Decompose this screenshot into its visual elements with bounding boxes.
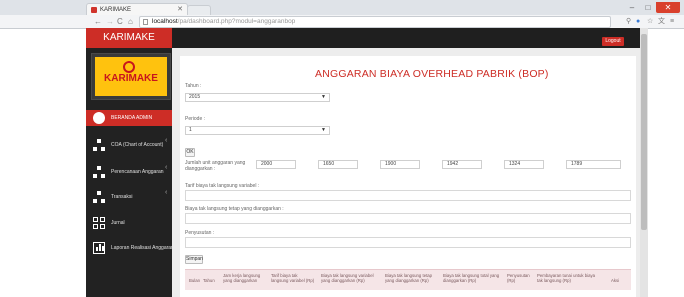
page-icon [143, 19, 148, 25]
menu-icon[interactable]: ≡ [670, 16, 674, 27]
table-header-cell: Jam kerja langsung yang dianggarkan [223, 273, 261, 283]
tarif-input[interactable] [185, 190, 631, 201]
periode-value: 1 [189, 127, 192, 133]
sidebar-item-label: BERANDA ADMIN [111, 115, 153, 121]
chevron-left-icon: ‹ [165, 164, 168, 171]
table-header-cell: Penyusutan (Rp) [507, 273, 530, 283]
sidebar-item-laporan[interactable]: Laporan Realisasi Anggaran [86, 240, 174, 256]
periode-label: Periode : [185, 116, 206, 122]
sidebar-item-label: Jurnal [111, 220, 125, 226]
jumlah-unit-field-3[interactable]: 1900 [380, 160, 420, 169]
table-header-row: Bulan Tahun Jam kerja langsung yang dian… [185, 269, 631, 290]
brand-title[interactable]: KARIMAKE [86, 28, 172, 48]
address-bar[interactable]: localhost/pa/dashboard.php?modul=anggara… [139, 16, 611, 28]
chevron-left-icon: ‹ [165, 189, 168, 196]
reload-icon[interactable]: C [117, 15, 123, 28]
company-logo: KARIMAKE [91, 53, 171, 100]
sidebar-item-jurnal[interactable]: Jurnal [86, 215, 172, 231]
browser-chrome: KARIMAKE ✕ – □ ✕ ← → C ⌂ localhost/pa/da… [0, 0, 684, 29]
table-header-cell: Tahun [203, 278, 215, 283]
jumlah-unit-field-6[interactable]: 1789 [566, 160, 621, 169]
translate-icon[interactable]: 文 [658, 16, 665, 27]
caret-down-icon: ▼ [321, 127, 326, 133]
form-panel: ANGGARAN BIAYA OVERHEAD PABRIK (BOP) Tah… [180, 56, 636, 297]
table-header-cell: Pembayaran tunai untuk biaya tak langsun… [537, 273, 596, 283]
simpan-button[interactable]: Simpan [185, 255, 203, 264]
sitemap-icon [93, 191, 105, 203]
scrollbar-thumb[interactable] [641, 34, 647, 230]
bar-chart-icon [93, 242, 105, 254]
logout-button[interactable]: Logout [602, 37, 624, 46]
sitemap-icon [93, 166, 105, 178]
sitemap-icon [93, 139, 105, 151]
jumlah-unit-field-5[interactable]: 1324 [504, 160, 544, 169]
logo-ring-icon [123, 61, 135, 73]
penyusutan-label: Penyusutan : [185, 230, 215, 236]
vertical-scrollbar[interactable] [640, 28, 648, 297]
table-header-cell: Biaya tak langsung total yang dianggarka… [443, 273, 500, 283]
sidebar-item-transaksi[interactable]: Transaksi ‹ [86, 189, 172, 205]
zoom-icon[interactable]: ⚲ [626, 16, 631, 27]
jumlah-unit-field-4[interactable]: 1942 [442, 160, 482, 169]
tahun-label: Tahun : [185, 83, 202, 89]
page-title: ANGGARAN BIAYA OVERHEAD PABRIK (BOP) [315, 68, 549, 80]
grid-icon [93, 217, 105, 229]
biaya-tetap-input[interactable] [185, 213, 631, 224]
sidebar: KARIMAKE KARIMAKE BERANDA ADMIN COA (Cha… [86, 28, 174, 297]
top-header [172, 28, 640, 48]
sidebar-item-coa[interactable]: COA (Chart of Account) ‹ [86, 137, 172, 153]
table-header-cell: Bulan [189, 278, 200, 283]
forward-icon[interactable]: → [106, 15, 114, 28]
jumlah-unit-field-1[interactable]: 2000 [256, 160, 296, 169]
sidebar-item-beranda-admin[interactable]: BERANDA ADMIN [86, 110, 172, 126]
sidebar-item-label: Perencanaan Anggaran [111, 169, 164, 175]
window-close-icon[interactable]: ✕ [656, 2, 680, 13]
jumlah-unit-field-2[interactable]: 1650 [318, 160, 358, 169]
table-header-cell: Tarif biaya tak langsung variabel (Rp) [271, 273, 315, 283]
back-icon[interactable]: ← [94, 15, 102, 28]
penyusutan-input[interactable] [185, 237, 631, 248]
tahun-select[interactable]: 2015 ▼ [185, 93, 330, 102]
main-content: ANGGARAN BIAYA OVERHEAD PABRIK (BOP) Tah… [172, 48, 640, 297]
window-minimize-icon[interactable]: – [624, 2, 640, 13]
window-maximize-icon[interactable]: □ [640, 2, 656, 13]
home-icon[interactable]: ⌂ [128, 15, 133, 28]
tahun-value: 2015 [189, 94, 201, 100]
logo-text: KARIMAKE [104, 73, 158, 84]
ok-button[interactable]: OK [185, 148, 195, 157]
table-header-cell: Aksi [611, 278, 620, 283]
star-icon[interactable]: ☆ [647, 16, 653, 27]
dashboard-icon [93, 112, 105, 124]
url-path: /pa/dashboard.php?modul=anggaranbop [177, 18, 296, 25]
extension-icon[interactable]: ● [636, 16, 640, 27]
navigation-bar: ← → C ⌂ localhost/pa/dashboard.php?modul… [0, 15, 684, 29]
biaya-tetap-label: Biaya tak langsung tetap yang dianggarka… [185, 206, 284, 212]
periode-select[interactable]: 1 ▼ [185, 126, 330, 135]
sidebar-item-label: Laporan Realisasi Anggaran [111, 245, 174, 251]
table-header-cell: Biaya tak langsung variabel yang diangga… [321, 273, 374, 283]
url-host: localhost [152, 18, 178, 25]
caret-down-icon: ▼ [321, 94, 326, 100]
tarif-label: Tarif biaya tak langsung variabel : [185, 183, 260, 189]
table-header-cell: Biaya tak langsung tetap yang dianggarka… [385, 273, 433, 283]
sidebar-item-perencanaan-anggaran[interactable]: Perencanaan Anggaran ‹ [86, 164, 172, 180]
jumlah-unit-label: Jumlah unit anggaran yang dianggarkan : [185, 160, 246, 172]
chevron-left-icon: ‹ [165, 137, 168, 144]
sidebar-item-label: COA (Chart of Account) [111, 142, 164, 148]
sidebar-item-label: Transaksi [111, 194, 133, 200]
favicon-icon [91, 7, 97, 13]
